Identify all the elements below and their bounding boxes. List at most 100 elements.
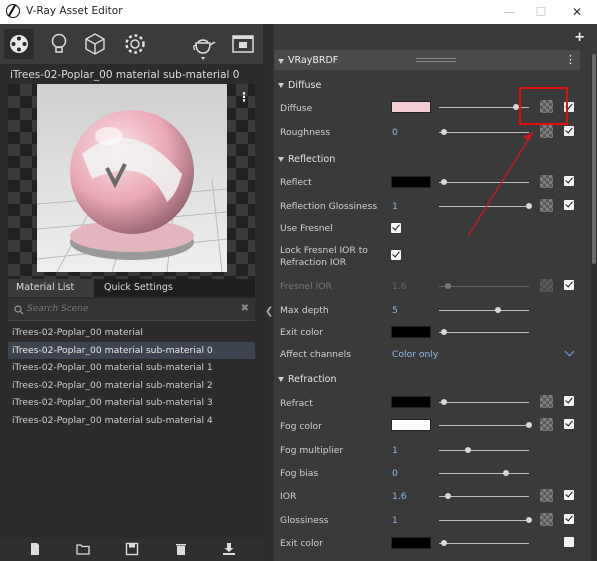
refraction-exit-color-swatch[interactable] xyxy=(391,537,431,549)
slider-handle[interactable] xyxy=(445,493,451,499)
collapse-triangle-icon[interactable] xyxy=(278,59,284,64)
maximize-button[interactable]: ☐ xyxy=(528,0,554,24)
category-toolbar xyxy=(0,24,263,64)
left-tabs: Material List Quick Settings xyxy=(8,279,255,297)
clear-search-icon[interactable]: ✖ xyxy=(241,303,249,314)
slider-handle[interactable] xyxy=(440,179,447,185)
settings-icon[interactable] xyxy=(120,29,150,59)
roughness-slider[interactable] xyxy=(439,129,529,135)
scrollbar-thumb[interactable] xyxy=(592,54,596,264)
slider-handle[interactable] xyxy=(526,422,532,428)
slider-handle[interactable] xyxy=(526,517,532,523)
lights-icon[interactable] xyxy=(44,29,74,59)
reflection-glossiness-texture-button[interactable] xyxy=(540,199,553,212)
refraction-exit-color-slider[interactable] xyxy=(439,540,529,546)
editor-scrollbar[interactable] xyxy=(591,54,597,561)
slider-handle[interactable] xyxy=(440,399,447,405)
glossiness-slider[interactable] xyxy=(439,517,532,523)
ior-value[interactable]: 1.6 xyxy=(392,491,407,502)
slider-handle[interactable] xyxy=(440,540,447,546)
max-depth-value[interactable]: 5 xyxy=(392,305,398,316)
save-icon[interactable] xyxy=(125,542,139,556)
slider-handle[interactable] xyxy=(440,129,447,135)
materials-icon[interactable] xyxy=(4,29,34,59)
reflect-color-swatch[interactable] xyxy=(391,176,431,188)
delete-icon[interactable] xyxy=(174,542,188,556)
diffuse-texture-button[interactable] xyxy=(540,100,553,113)
tab-material-list[interactable]: Material List xyxy=(8,279,94,297)
slider-handle[interactable] xyxy=(464,447,471,453)
section-reflection[interactable]: Reflection xyxy=(278,154,335,165)
reflect-texture-button[interactable] xyxy=(540,175,553,188)
render-frame-icon[interactable] xyxy=(228,29,258,59)
tab-quick-settings[interactable]: Quick Settings xyxy=(96,279,181,297)
roughness-value[interactable]: 0 xyxy=(392,127,398,138)
import-icon[interactable] xyxy=(222,542,236,556)
ior-slider[interactable] xyxy=(439,493,529,499)
new-file-icon[interactable] xyxy=(28,542,42,556)
preview-menu-button[interactable]: ⋮ xyxy=(238,90,250,104)
ior-texture-button[interactable] xyxy=(540,489,553,502)
slider-handle[interactable] xyxy=(440,329,447,335)
material-list-item[interactable]: iTrees-02-Poplar_00 material sub-materia… xyxy=(8,359,255,377)
add-layer-button[interactable]: + xyxy=(574,30,585,45)
search-input[interactable]: Search Scene xyxy=(27,304,88,314)
fog-bias-value[interactable]: 0 xyxy=(392,468,398,479)
exit-color-slider[interactable] xyxy=(439,329,529,335)
material-list-item[interactable]: iTrees-02-Poplar_00 material sub-materia… xyxy=(8,412,255,430)
geometry-icon[interactable] xyxy=(80,29,110,59)
reflection-glossiness-value[interactable]: 1 xyxy=(392,201,398,212)
fog-color-enable-checkbox[interactable] xyxy=(564,419,574,429)
slider-handle[interactable] xyxy=(513,104,520,110)
section-diffuse[interactable]: Diffuse xyxy=(278,80,321,91)
refract-color-swatch[interactable] xyxy=(391,396,431,408)
reflection-glossiness-slider[interactable] xyxy=(439,203,532,209)
collapse-left-icon[interactable]: ❮ xyxy=(265,306,273,317)
roughness-enable-checkbox[interactable] xyxy=(564,126,574,136)
exit-color-swatch[interactable] xyxy=(391,326,431,338)
layer-menu-button[interactable]: ⋮ xyxy=(565,53,576,66)
minimize-button[interactable]: — xyxy=(496,0,522,24)
slider-handle[interactable] xyxy=(494,307,501,313)
close-button[interactable]: ✕ xyxy=(564,0,590,24)
panel-splitter[interactable]: ❮ xyxy=(263,24,274,561)
fog-color-swatch[interactable] xyxy=(391,419,431,431)
refract-slider[interactable] xyxy=(439,399,529,405)
lock-fresnel-checkbox[interactable] xyxy=(391,250,401,260)
refract-enable-checkbox[interactable] xyxy=(564,396,574,406)
diffuse-color-swatch[interactable] xyxy=(391,101,431,113)
diffuse-slider[interactable] xyxy=(439,104,529,110)
affect-channels-dropdown[interactable]: Color only xyxy=(392,349,438,360)
ior-enable-checkbox[interactable] xyxy=(564,490,574,500)
glossiness-texture-button[interactable] xyxy=(540,513,553,526)
glossiness-value[interactable]: 1 xyxy=(392,515,398,526)
roughness-texture-button[interactable] xyxy=(540,125,553,138)
refraction-exit-color-checkbox[interactable] xyxy=(564,537,574,547)
max-depth-slider[interactable] xyxy=(439,307,529,313)
material-list-item[interactable]: iTrees-02-Poplar_00 material xyxy=(8,324,255,342)
reflect-slider[interactable] xyxy=(439,179,529,185)
fog-multiplier-slider[interactable] xyxy=(439,447,529,453)
fog-bias-slider[interactable] xyxy=(439,470,529,476)
fog-color-texture-button[interactable] xyxy=(540,418,553,431)
use-fresnel-checkbox[interactable] xyxy=(391,223,401,233)
open-folder-icon[interactable] xyxy=(76,542,90,556)
drag-grip-icon[interactable] xyxy=(416,58,456,62)
material-list-item[interactable]: iTrees-02-Poplar_00 material sub-materia… xyxy=(8,377,255,395)
material-list-item[interactable]: iTrees-02-Poplar_00 material sub-materia… xyxy=(8,341,255,359)
reflect-enable-checkbox[interactable] xyxy=(564,176,574,186)
slider-handle[interactable] xyxy=(526,203,532,209)
chevron-down-icon[interactable] xyxy=(564,346,575,357)
slider-handle[interactable] xyxy=(502,470,509,476)
glossiness-enable-checkbox[interactable] xyxy=(564,514,574,524)
layer-header[interactable]: VRayBRDF ⋮ xyxy=(274,50,580,70)
section-refraction[interactable]: Refraction xyxy=(278,374,337,385)
render-teapot-icon[interactable] xyxy=(187,29,217,60)
diffuse-enable-checkbox[interactable] xyxy=(564,102,574,112)
fresnel-ior-enable-checkbox[interactable] xyxy=(564,280,574,290)
fog-color-slider[interactable] xyxy=(439,422,532,428)
refract-texture-button[interactable] xyxy=(540,395,553,408)
fog-multiplier-value[interactable]: 1 xyxy=(392,445,398,456)
material-list-item[interactable]: iTrees-02-Poplar_00 material sub-materia… xyxy=(8,394,255,412)
reflection-glossiness-enable-checkbox[interactable] xyxy=(564,200,574,210)
